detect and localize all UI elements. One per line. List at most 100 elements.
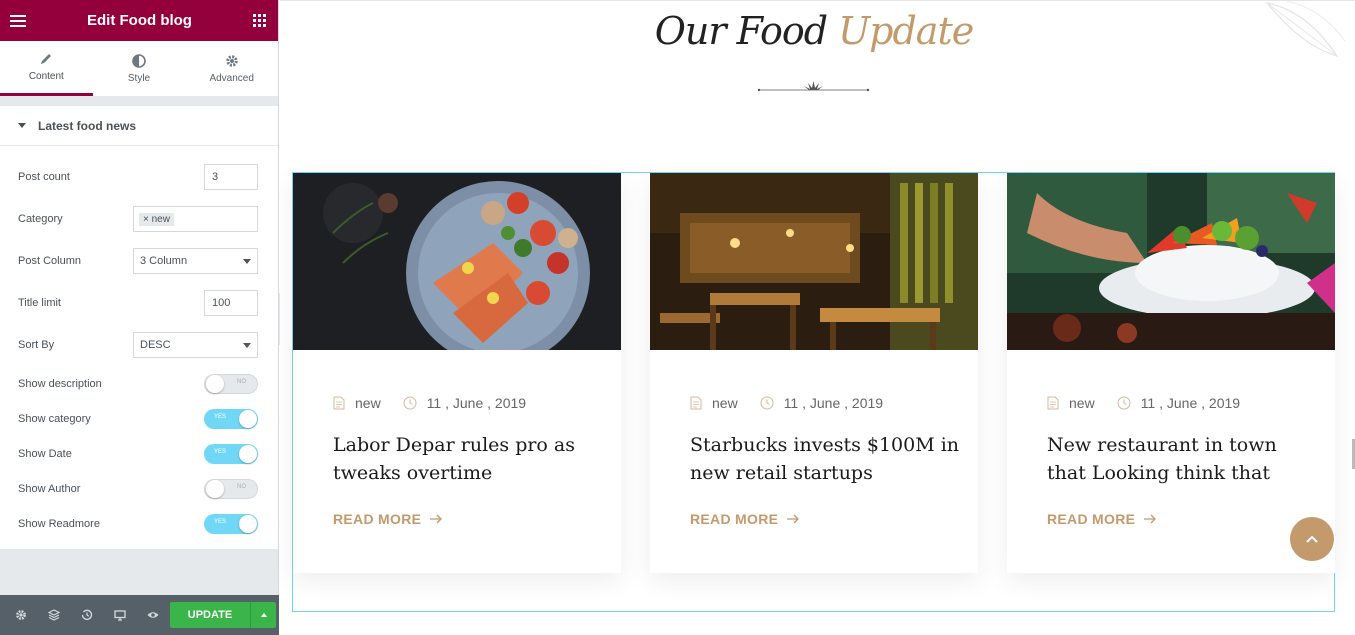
editor-panel: Edit Food blog Content Style Advanced La… [0,0,279,635]
post-count-input[interactable]: 3 [204,164,258,190]
section-heading: Our Food Update [280,9,1348,53]
post-category[interactable]: new [1069,395,1095,411]
document-icon [333,396,345,410]
scroll-to-top-button[interactable] [1290,517,1334,561]
caret-up-icon [260,613,267,617]
post-date: 11 , June , 2019 [1140,395,1241,411]
page-preview: Our Food Update new 11 , June , 2019 Lab… [280,0,1355,635]
update-button[interactable]: UPDATE [170,602,250,628]
layers-icon[interactable] [37,595,70,635]
read-more-label: READ MORE [1047,511,1136,527]
post-date: 11 , June , 2019 [783,395,884,411]
settings-gear-icon[interactable] [4,595,37,635]
post-title[interactable]: Labor Depar rules pro as tweaks overtime [333,431,603,487]
tab-style[interactable]: Style [93,41,186,96]
control-title-limit: Title limit 100 [0,282,278,324]
history-icon[interactable] [70,595,103,635]
post-category[interactable]: new [712,395,738,411]
show-author-label: Show Author [18,482,81,495]
post-card: new 11 , June , 2019 Labor Depar rules p… [293,173,621,573]
document-icon [690,396,702,410]
read-more-link[interactable]: READ MORE [1047,511,1157,527]
control-show-date: Show Date YES [0,436,278,471]
document-icon [1047,396,1059,410]
caret-down-icon [18,123,26,128]
heading-main: Our Food [654,9,828,53]
gear-icon [225,54,238,67]
post-count-label: Post count [18,171,70,183]
tab-content[interactable]: Content [0,41,93,96]
widgets-grid-icon[interactable] [252,14,266,27]
post-column-select[interactable]: 3 Column [133,248,258,274]
panel-footer: UPDATE [0,595,279,635]
title-limit-label: Title limit [18,297,61,309]
post-meta: new 11 , June , 2019 [1047,395,1240,411]
arrow-right-icon [1144,514,1157,524]
control-show-author: Show Author NO [0,471,278,506]
read-more-label: READ MORE [690,511,779,527]
show-date-label: Show Date [18,447,72,460]
ornament-divider-icon [757,81,870,92]
read-more-link[interactable]: READ MORE [690,511,800,527]
clock-icon [403,396,417,410]
hamburger-menu-icon[interactable] [10,14,26,27]
toggle-state: NO [237,378,246,385]
control-post-count: Post count 3 [0,156,278,198]
control-show-readmore: Show Readmore YES [0,506,278,541]
arrow-right-icon [787,514,800,524]
clock-icon [1117,396,1131,410]
post-title[interactable]: Starbucks invests $100M in new retail st… [690,431,960,487]
pencil-icon [41,54,52,64]
update-options-button[interactable] [250,602,276,628]
show-readmore-toggle[interactable]: YES [204,513,258,534]
preview-eye-icon[interactable] [136,595,169,635]
post-image-salad-bowl[interactable] [1007,173,1335,350]
control-show-description: Show description NO [0,366,278,401]
category-label: Category [18,213,63,225]
show-author-toggle[interactable]: NO [204,478,258,499]
toggle-state: YES [214,413,227,420]
post-card: new 11 , June , 2019 Starbucks invests $… [650,173,978,573]
latest-food-news-section: Latest food news Post count 3 Category ×… [0,106,278,549]
post-card: new 11 , June , 2019 New restaurant in t… [1007,173,1335,573]
post-image-salmon-plate[interactable] [293,173,621,350]
post-meta: new 11 , June , 2019 [690,395,883,411]
category-select[interactable]: × new [133,206,258,232]
post-date: 11 , June , 2019 [426,395,527,411]
chevron-up-icon [1306,535,1318,543]
dropdown-arrow-icon [243,342,251,348]
category-tag[interactable]: × new [139,212,174,226]
section-header[interactable]: Latest food news [0,106,278,146]
control-show-category: Show category YES [0,401,278,436]
post-image-restaurant-interior[interactable] [650,173,978,350]
post-category[interactable]: new [355,395,381,411]
tab-content-label: Content [28,71,64,82]
title-limit-input[interactable]: 100 [204,290,258,316]
sort-by-label: Sort By [18,339,55,351]
show-category-toggle[interactable]: YES [204,408,258,429]
panel-tabs: Content Style Advanced [0,41,278,96]
sort-by-value: DESC [140,339,171,351]
posts-widget-selection[interactable]: new 11 , June , 2019 Labor Depar rules p… [292,172,1335,612]
tab-advanced[interactable]: Advanced [185,41,278,96]
show-description-toggle[interactable]: NO [204,373,258,394]
responsive-desktop-icon[interactable] [103,595,136,635]
tab-style-label: Style [127,72,151,84]
control-sort-by: Sort By DESC [0,324,278,366]
show-description-label: Show description [18,377,102,390]
arrow-right-icon [430,514,443,524]
post-column-value: 3 Column [140,255,188,267]
toggle-state: YES [214,448,227,455]
show-readmore-label: Show Readmore [18,517,100,530]
panel-header: Edit Food blog [0,0,278,41]
section-title: Latest food news [38,118,137,133]
half-circle-icon [132,53,146,68]
clock-icon [760,396,774,410]
panel-title: Edit Food blog [87,12,192,29]
show-date-toggle[interactable]: YES [204,443,258,464]
post-meta: new 11 , June , 2019 [333,395,526,411]
sort-by-select[interactable]: DESC [133,332,258,358]
post-title[interactable]: New restaurant in town that Looking thin… [1047,431,1317,487]
read-more-link[interactable]: READ MORE [333,511,443,527]
control-category: Category × new [0,198,278,240]
